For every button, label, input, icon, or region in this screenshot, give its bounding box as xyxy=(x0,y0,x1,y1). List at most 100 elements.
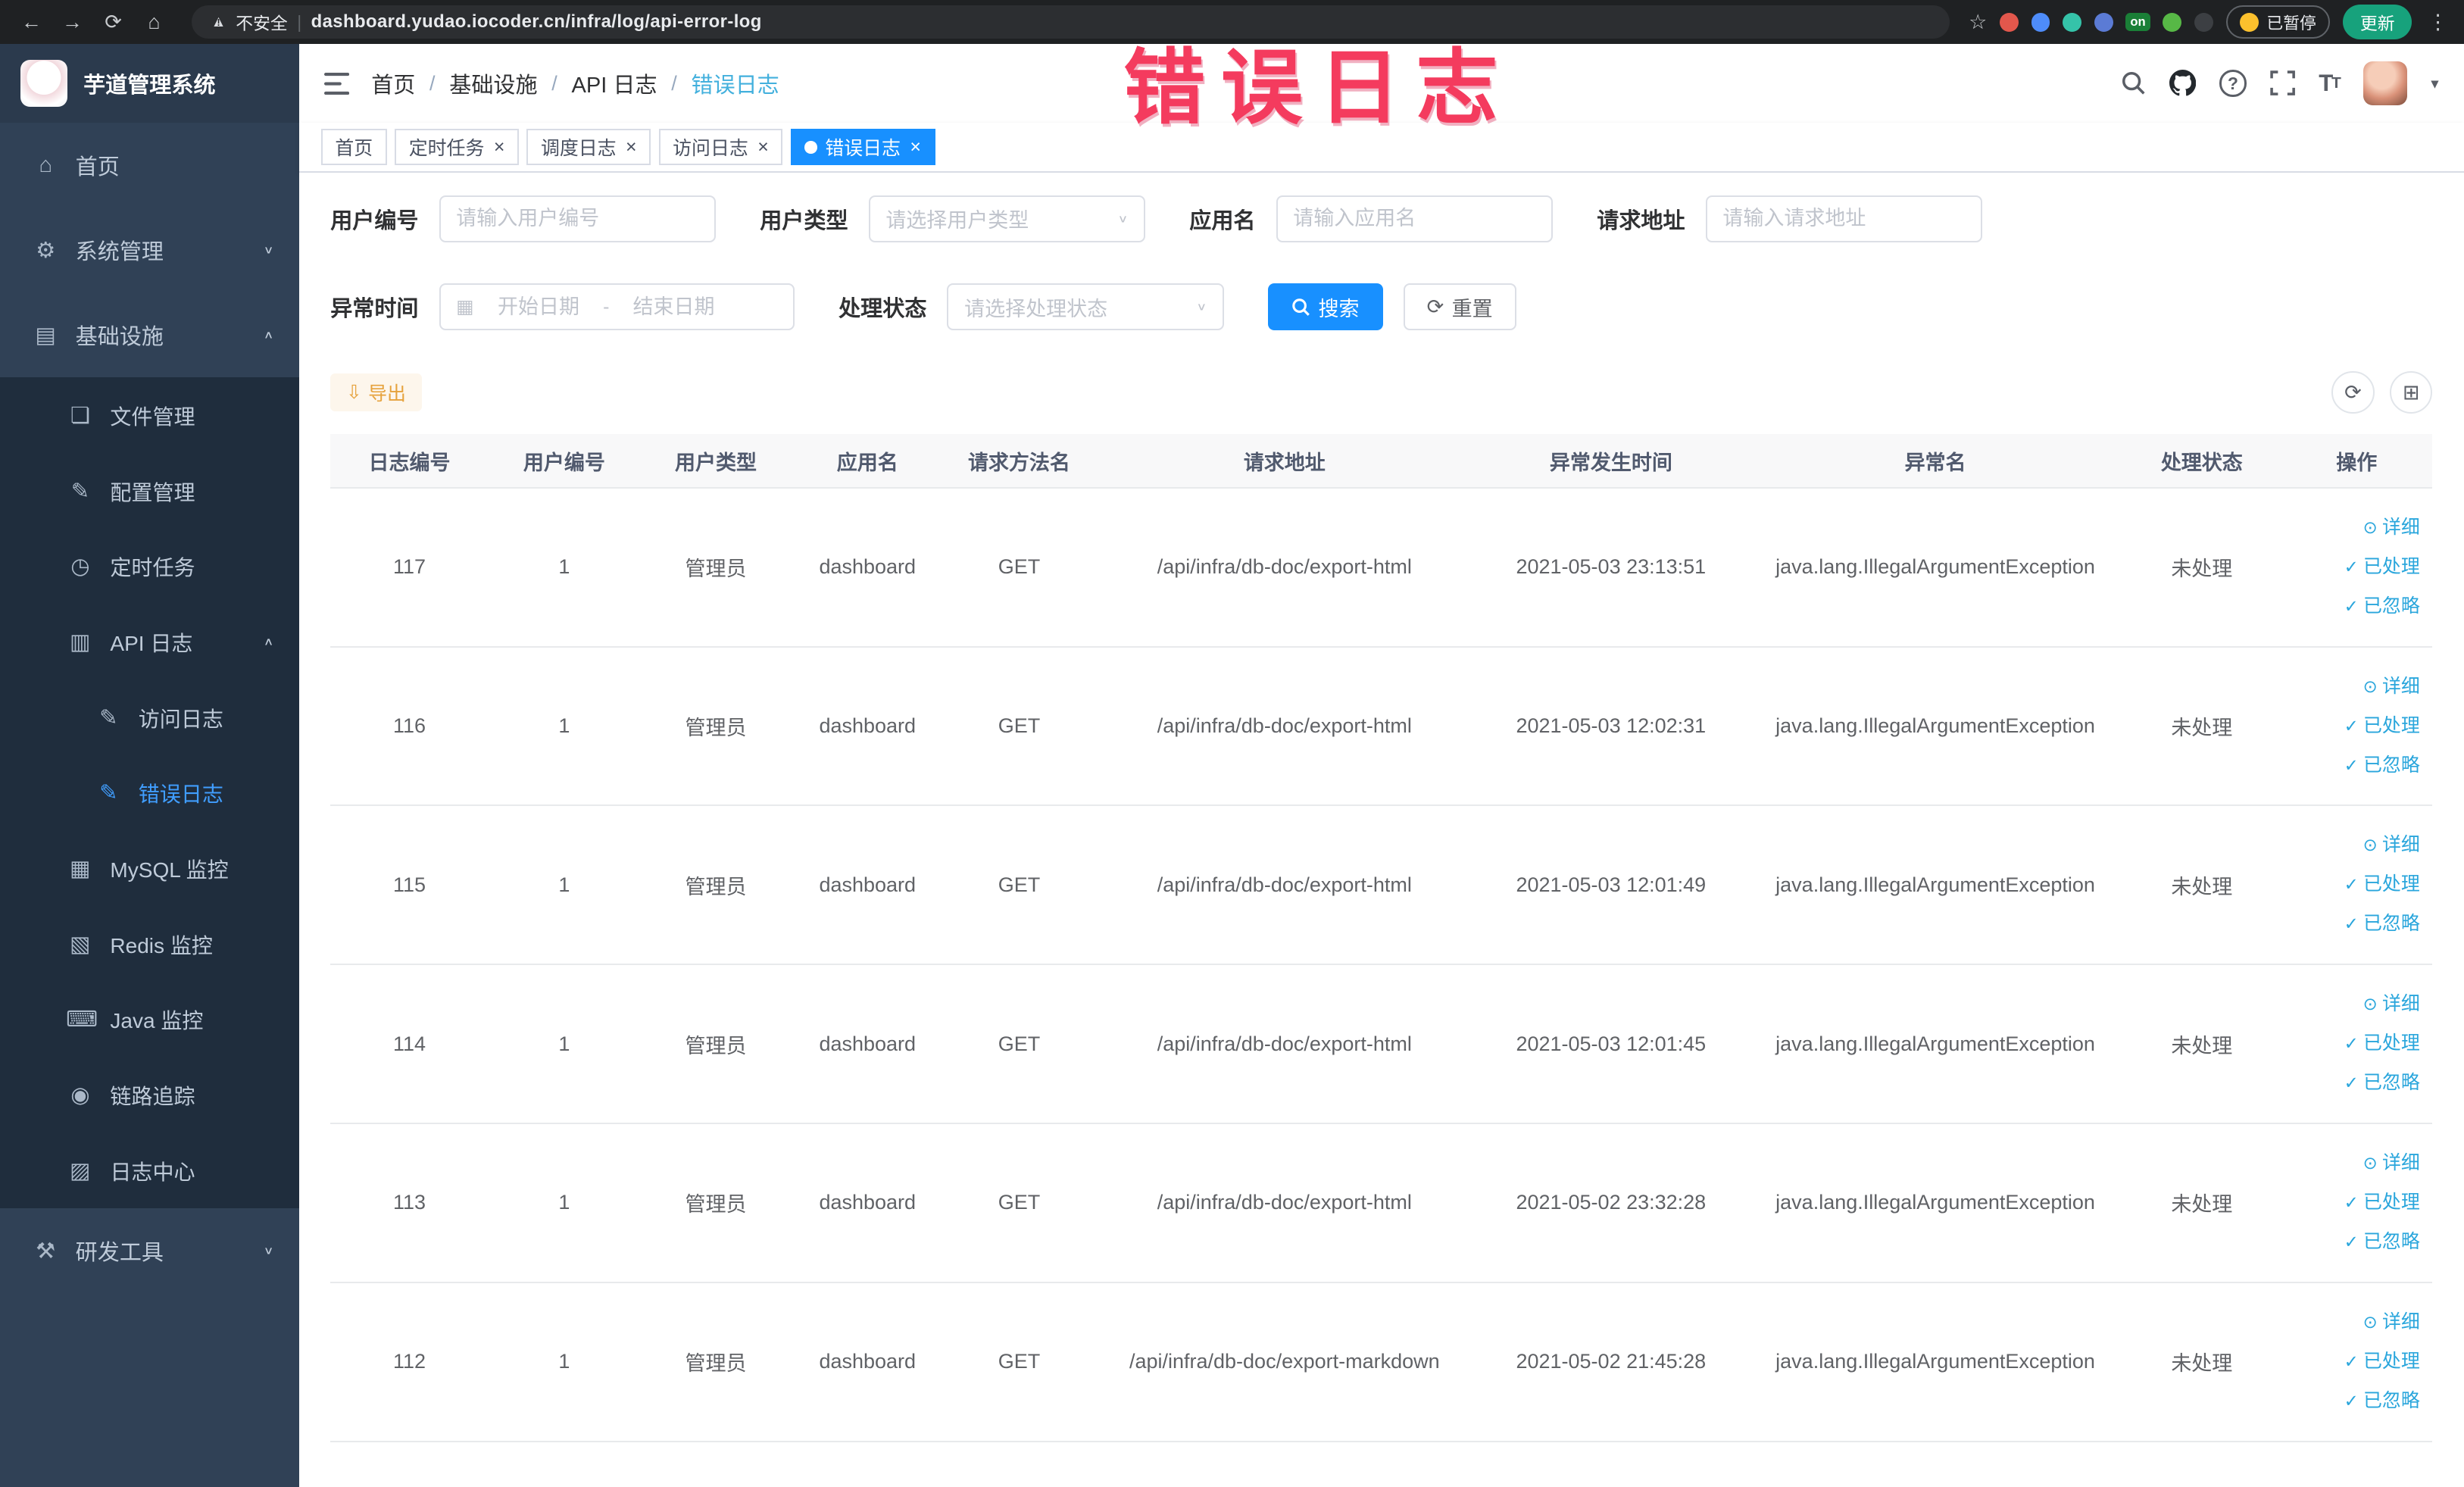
mark-ignored-link[interactable]: ✓ 已忽略 xyxy=(2287,746,2420,786)
chevron-down-icon: ∨ xyxy=(1196,300,1207,313)
edit-icon: ✎ xyxy=(99,705,118,730)
detail-link-label: 详细 xyxy=(2381,1152,2420,1174)
vpn-extension-badge[interactable]: on xyxy=(2125,13,2150,32)
hamburger-icon[interactable] xyxy=(323,72,350,95)
tab-error-log[interactable]: 错误日志 × xyxy=(790,129,935,166)
chevron-down-icon: ∨ xyxy=(263,1245,274,1257)
refresh-table-button[interactable]: ⟳ xyxy=(2331,371,2375,414)
logo[interactable]: 芋道管理系统 xyxy=(0,44,299,123)
sidebar-item-api-log[interactable]: ▥ API 日志 ∧ xyxy=(0,604,299,680)
tab-job-log[interactable]: 调度日志 × xyxy=(526,129,651,166)
bookmark-star-icon[interactable]: ☆ xyxy=(1969,11,1987,34)
avatar[interactable] xyxy=(2363,61,2408,106)
mark-processed-link[interactable]: ✓ 已处理 xyxy=(2287,1342,2420,1382)
close-icon[interactable]: × xyxy=(626,137,637,157)
view-icon: ⊙ xyxy=(2363,676,2378,696)
gear-icon: ⚙ xyxy=(36,238,56,263)
security-warning-icon[interactable]: ▲! xyxy=(211,14,226,30)
breadcrumb-item[interactable]: 基础设施 xyxy=(449,67,537,99)
sidebar-item-log-center[interactable]: ▨ 日志中心 xyxy=(0,1132,299,1209)
forward-icon[interactable]: → xyxy=(54,5,92,39)
extension-icon[interactable] xyxy=(2094,12,2113,32)
close-icon[interactable]: × xyxy=(757,137,769,157)
request-url-input[interactable] xyxy=(1705,195,1983,242)
close-icon[interactable]: × xyxy=(910,137,921,157)
detail-link[interactable]: ⊙ 详细 xyxy=(2287,1144,2420,1183)
mark-processed-link[interactable]: ✓ 已处理 xyxy=(2287,1024,2420,1064)
browser-home-icon[interactable]: ⌂ xyxy=(136,5,173,39)
sidebar-item-config[interactable]: ✎ 配置管理 xyxy=(0,453,299,529)
start-date-input[interactable] xyxy=(483,295,594,319)
detail-link[interactable]: ⊙ 详细 xyxy=(2287,985,2420,1024)
sidebar-item-label: Java 监控 xyxy=(110,1009,204,1033)
date-range-picker[interactable]: ▦ - xyxy=(439,283,795,331)
browser-menu-icon[interactable]: ⋮ xyxy=(2425,11,2451,34)
browser-update-button[interactable]: 更新 xyxy=(2343,5,2412,39)
sidebar-item-system[interactable]: ⚙ 系统管理 ∨ xyxy=(0,208,299,293)
sidebar-item-java[interactable]: ⌨ Java 监控 xyxy=(0,982,299,1057)
sidebar-item-mysql[interactable]: ▦ MySQL 监控 xyxy=(0,830,299,907)
breadcrumb-item[interactable]: 首页 xyxy=(371,67,415,99)
mark-ignored-link[interactable]: ✓ 已忽略 xyxy=(2287,587,2420,626)
end-date-input[interactable] xyxy=(618,295,729,319)
paused-badge[interactable]: 已暂停 xyxy=(2225,5,2331,39)
back-icon[interactable]: ← xyxy=(13,5,51,39)
reset-button[interactable]: ⟳ 重置 xyxy=(1403,283,1516,331)
process-status-select[interactable]: 请选择处理状态 ∨ xyxy=(947,283,1224,331)
sidebar-item-job[interactable]: ◷ 定时任务 xyxy=(0,528,299,604)
tab-home[interactable]: 首页 xyxy=(320,129,387,166)
mark-processed-link[interactable]: ✓ 已处理 xyxy=(2287,1183,2420,1223)
mark-ignored-link[interactable]: ✓ 已忽略 xyxy=(2287,1223,2420,1262)
detail-link[interactable]: ⊙ 详细 xyxy=(2287,826,2420,865)
app-name-input[interactable] xyxy=(1276,195,1554,242)
extension-icon[interactable] xyxy=(2194,12,2213,32)
close-icon[interactable]: × xyxy=(494,137,505,157)
cell-request-url: /api/infra/db-doc/export-html xyxy=(1095,646,1475,807)
user-id-input[interactable] xyxy=(439,195,717,242)
mark-ignored-link[interactable]: ✓ 已忽略 xyxy=(2287,1382,2420,1421)
mark-processed-link[interactable]: ✓ 已处理 xyxy=(2287,548,2420,587)
search-button[interactable]: 搜索 xyxy=(1268,283,1383,331)
column-header: 请求方法名 xyxy=(943,434,1095,489)
user-type-select[interactable]: 请选择用户类型 ∨ xyxy=(868,195,1146,242)
detail-link[interactable]: ⊙ 详细 xyxy=(2287,508,2420,548)
help-icon[interactable]: ? xyxy=(2219,70,2247,97)
sidebar-item-home[interactable]: ⌂ 首页 xyxy=(0,123,299,208)
sidebar-item-file[interactable]: ❏ 文件管理 xyxy=(0,377,299,454)
cell-log-id: 116 xyxy=(330,646,489,807)
export-button[interactable]: ⇩ 导出 xyxy=(330,373,422,412)
tab-job[interactable]: 定时任务 × xyxy=(395,129,519,166)
sidebar-item-redis[interactable]: ▧ Redis 监控 xyxy=(0,906,299,982)
sidebar-nav: ⌂ 首页 ⚙ 系统管理 ∨ ▤ 基础设施 ∧ ❏ 文件管理 ✎ 配置管理 ◷ 定时任务 ▥ API 日志 ∧ ✎ 访… xyxy=(0,123,299,1487)
detail-link[interactable]: ⊙ 详细 xyxy=(2287,1303,2420,1342)
fullscreen-icon[interactable] xyxy=(2270,70,2295,96)
mark-processed-link[interactable]: ✓ 已处理 xyxy=(2287,707,2420,746)
extension-icon[interactable] xyxy=(2163,12,2182,32)
mark-ignored-link[interactable]: ✓ 已忽略 xyxy=(2287,904,2420,944)
mark-ignored-link-label: 已忽略 xyxy=(2363,754,2420,776)
tab-access-log[interactable]: 访问日志 × xyxy=(658,129,783,166)
cell-app-name: dashboard xyxy=(792,1282,944,1442)
sidebar-item-trace[interactable]: ◉ 链路追踪 xyxy=(0,1057,299,1133)
extension-icon[interactable] xyxy=(2063,12,2081,32)
mark-ignored-link[interactable]: ✓ 已忽略 xyxy=(2287,1064,2420,1103)
sidebar-item-access-log[interactable]: ✎ 访问日志 xyxy=(0,679,299,755)
font-size-icon[interactable]: TT xyxy=(2319,70,2341,97)
sidebar-item-devtools[interactable]: ⚒ 研发工具 ∨ xyxy=(0,1208,299,1294)
page: 用户编号 用户类型 请选择用户类型 ∨ 应用名 xyxy=(298,173,2464,1487)
sidebar-item-error-log[interactable]: ✎ 错误日志 xyxy=(0,755,299,831)
extension-icon[interactable] xyxy=(2031,12,2050,32)
sidebar-item-label: 配置管理 xyxy=(110,480,195,505)
github-icon[interactable] xyxy=(2169,70,2197,96)
extension-icon[interactable] xyxy=(1999,12,2019,32)
sidebar-item-infra[interactable]: ▤ 基础设施 ∧ xyxy=(0,292,299,378)
reload-icon[interactable]: ⟳ xyxy=(95,5,133,39)
url-bar[interactable]: ▲! 不安全 | dashboard.yudao.iocoder.cn/infr… xyxy=(192,5,1950,39)
detail-link[interactable]: ⊙ 详细 xyxy=(2287,667,2420,707)
caret-down-icon[interactable]: ▾ xyxy=(2431,74,2438,93)
column-settings-button[interactable]: ⊞ xyxy=(2390,371,2433,414)
mark-processed-link[interactable]: ✓ 已处理 xyxy=(2287,865,2420,904)
breadcrumb-item[interactable]: API 日志 xyxy=(571,67,657,99)
detail-link-label: 详细 xyxy=(2381,675,2420,697)
search-icon[interactable] xyxy=(2121,70,2146,95)
